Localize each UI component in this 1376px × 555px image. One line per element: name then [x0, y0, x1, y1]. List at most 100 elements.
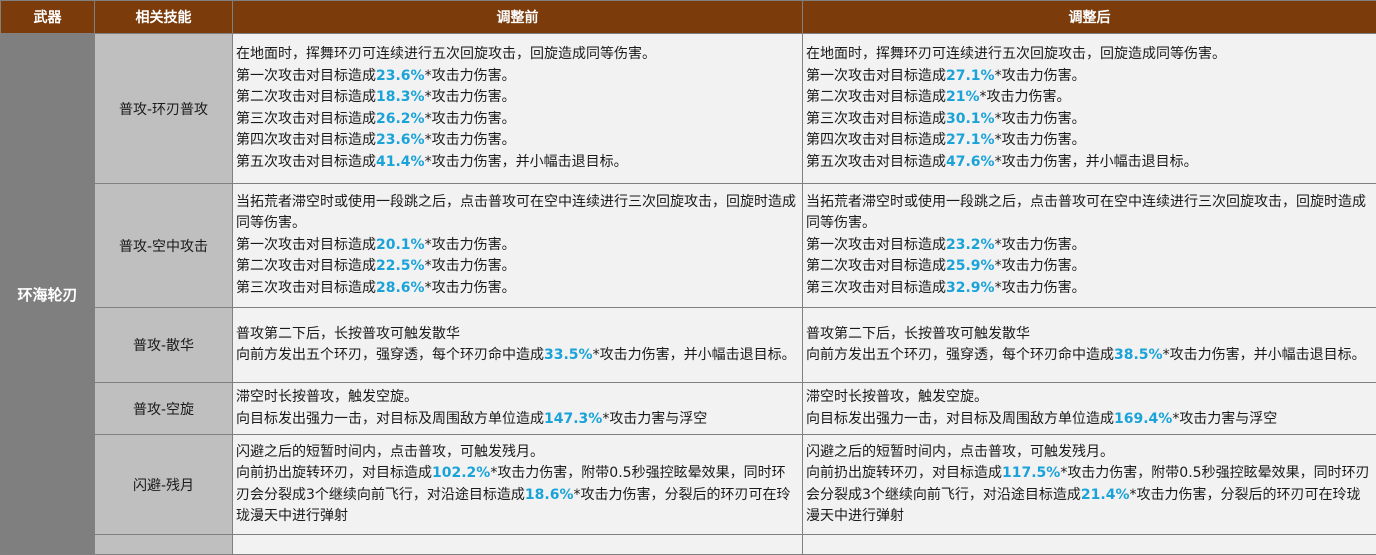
description-text: 第四次攻击对目标造成 — [236, 132, 376, 148]
after-description — [803, 535, 1376, 555]
description-text: *攻击力伤害。 — [425, 89, 516, 105]
description-text: 第三次攻击对目标造成 — [236, 280, 376, 296]
description-text: 第三次攻击对目标造成 — [236, 111, 376, 127]
description-line: 当拓荒者滞空时或使用一段跳之后，点击普攻可在空中连续进行三次回旋攻击，回旋时造成… — [806, 192, 1373, 235]
damage-value: 20.1% — [376, 237, 425, 253]
skill-name-cell: 闪避-残月 — [95, 435, 233, 535]
damage-value: 32.9% — [946, 280, 995, 296]
description-text: *攻击力伤害。 — [995, 132, 1086, 148]
description-line: 第四次攻击对目标造成27.1%*攻击力伤害。 — [806, 130, 1373, 152]
description-line: 第一次攻击对目标造成23.6%*攻击力伤害。 — [236, 66, 799, 88]
description-text: 向目标发出强力一击，对目标及周围敌方单位造成 — [806, 411, 1114, 427]
description-line: 第一次攻击对目标造成20.1%*攻击力伤害。 — [236, 235, 799, 257]
damage-value: 28.6% — [376, 280, 425, 296]
description-text: *攻击力伤害，并小幅击退目标。 — [1163, 347, 1366, 363]
description-text: *攻击力伤害。 — [425, 132, 516, 148]
description-text: *攻击力害与浮空 — [602, 411, 707, 427]
description-text: 向前方发出五个环刃，强穿透，每个环刃命中造成 — [236, 347, 544, 363]
skill-name-cell: 普攻-环刃普攻 — [95, 34, 233, 184]
description-text: 向前扔出旋转环刃，对目标造成 — [236, 465, 432, 481]
description-line: 向前方发出五个环刃，强穿透，每个环刃命中造成38.5%*攻击力伤害，并小幅击退目… — [806, 345, 1373, 367]
weapon-name-cell: 环海轮刃 — [1, 34, 95, 555]
description-line: 在地面时，挥舞环刃可连续进行五次回旋攻击，回旋造成同等伤害。 — [236, 44, 799, 66]
skill-name-cell: 普攻-空中攻击 — [95, 184, 233, 308]
skill-adjustment-table: 武器 相关技能 调整前 调整后 环海轮刃 普攻-环刃普攻 在地面时，挥舞环刃可连… — [0, 0, 1376, 555]
description-line: 第一次攻击对目标造成23.2%*攻击力伤害。 — [806, 235, 1373, 257]
description-text: *攻击力伤害。 — [425, 68, 516, 84]
damage-value: 26.2% — [376, 111, 425, 127]
description-line: 普攻第二下后，长按普攻可触发散华 — [236, 324, 799, 346]
damage-value: 33.5% — [544, 347, 593, 363]
description-line: 向目标发出强力一击，对目标及周围敌方单位造成169.4%*攻击力害与浮空 — [806, 409, 1373, 431]
description-text: 滞空时长按普攻，触发空旋。 — [236, 389, 418, 405]
description-line: 第二次攻击对目标造成21%*攻击力伤害。 — [806, 87, 1373, 109]
after-description: 滞空时长按普攻，触发空旋。向目标发出强力一击，对目标及周围敌方单位造成169.4… — [803, 383, 1376, 435]
damage-value: 27.1% — [946, 132, 995, 148]
description-line: 滞空时长按普攻，触发空旋。 — [806, 387, 1373, 409]
description-text: *攻击力伤害。 — [980, 89, 1071, 105]
description-text: *攻击力伤害，并小幅击退目标。 — [425, 154, 628, 170]
description-text: 在地面时，挥舞环刃可连续进行五次回旋攻击，回旋造成同等伤害。 — [236, 46, 656, 62]
header-row: 武器 相关技能 调整前 调整后 — [1, 1, 1376, 34]
skill-name-cell: 普攻-空旋 — [95, 383, 233, 435]
before-description: 滞空时长按普攻，触发空旋。向目标发出强力一击，对目标及周围敌方单位造成147.3… — [233, 383, 803, 435]
description-line: 第二次攻击对目标造成22.5%*攻击力伤害。 — [236, 256, 799, 278]
after-description: 在地面时，挥舞环刃可连续进行五次回旋攻击，回旋造成同等伤害。第一次攻击对目标造成… — [803, 34, 1376, 184]
description-text: 第三次攻击对目标造成 — [806, 280, 946, 296]
damage-value: 18.6% — [525, 487, 574, 503]
damage-value: 102.2% — [432, 465, 490, 481]
table-row: 普攻-空中攻击 当拓荒者滞空时或使用一段跳之后，点击普攻可在空中连续进行三次回旋… — [1, 184, 1376, 308]
description-line: 第五次攻击对目标造成41.4%*攻击力伤害，并小幅击退目标。 — [236, 152, 799, 174]
description-text: 第二次攻击对目标造成 — [236, 89, 376, 105]
description-text: 在地面时，挥舞环刃可连续进行五次回旋攻击，回旋造成同等伤害。 — [806, 46, 1226, 62]
damage-value: 117.5% — [1002, 465, 1060, 481]
damage-value: 23.6% — [376, 68, 425, 84]
before-description: 在地面时，挥舞环刃可连续进行五次回旋攻击，回旋造成同等伤害。第一次攻击对目标造成… — [233, 34, 803, 184]
description-text: 第二次攻击对目标造成 — [806, 89, 946, 105]
description-text: 第一次攻击对目标造成 — [236, 237, 376, 253]
description-text: 第一次攻击对目标造成 — [236, 68, 376, 84]
description-line: 第三次攻击对目标造成28.6%*攻击力伤害。 — [236, 278, 799, 300]
description-text: *攻击力害与浮空 — [1172, 411, 1277, 427]
table-row: 闪避-残月 闪避之后的短暂时间内，点击普攻，可触发残月。向前扔出旋转环刃，对目标… — [1, 435, 1376, 535]
damage-value: 21% — [946, 89, 980, 105]
description-text: 第五次攻击对目标造成 — [236, 154, 376, 170]
damage-value: 25.9% — [946, 258, 995, 274]
description-text: 普攻第二下后，长按普攻可触发散华 — [806, 326, 1030, 342]
after-description: 闪避之后的短暂时间内，点击普攻，可触发残月。向前扔出旋转环刃，对目标造成117.… — [803, 435, 1376, 535]
description-line: 向目标发出强力一击，对目标及周围敌方单位造成147.3%*攻击力害与浮空 — [236, 409, 799, 431]
description-text: *攻击力伤害，并小幅击退目标。 — [995, 154, 1198, 170]
description-text: *攻击力伤害。 — [995, 258, 1086, 274]
table-row: 普攻-空旋 滞空时长按普攻，触发空旋。向目标发出强力一击，对目标及周围敌方单位造… — [1, 383, 1376, 435]
header-weapon: 武器 — [1, 1, 95, 34]
description-text: 第二次攻击对目标造成 — [236, 258, 376, 274]
description-text: 第二次攻击对目标造成 — [806, 258, 946, 274]
damage-value: 47.6% — [946, 154, 995, 170]
before-description: 当拓荒者滞空时或使用一段跳之后，点击普攻可在空中连续进行三次回旋攻击，回旋时造成… — [233, 184, 803, 308]
description-text: *攻击力伤害。 — [425, 111, 516, 127]
description-text: 第四次攻击对目标造成 — [806, 132, 946, 148]
description-text: *攻击力伤害。 — [995, 237, 1086, 253]
description-line: 向前扔出旋转环刃，对目标造成102.2%*攻击力伤害，附带0.5秒强控眩晕效果，… — [236, 463, 799, 528]
damage-value: 23.6% — [376, 132, 425, 148]
damage-value: 21.4% — [1081, 487, 1130, 503]
description-line: 滞空时长按普攻，触发空旋。 — [236, 387, 799, 409]
description-line: 第三次攻击对目标造成26.2%*攻击力伤害。 — [236, 109, 799, 131]
description-line: 在地面时，挥舞环刃可连续进行五次回旋攻击，回旋造成同等伤害。 — [806, 44, 1373, 66]
before-description: 普攻第二下后，长按普攻可触发散华向前方发出五个环刃，强穿透，每个环刃命中造成33… — [233, 308, 803, 383]
description-text: 向前方发出五个环刃，强穿透，每个环刃命中造成 — [806, 347, 1114, 363]
description-text: *攻击力伤害。 — [425, 258, 516, 274]
damage-value: 38.5% — [1114, 347, 1163, 363]
description-text: 当拓荒者滞空时或使用一段跳之后，点击普攻可在空中连续进行三次回旋攻击，回旋时造成… — [806, 194, 1366, 232]
damage-value: 23.2% — [946, 237, 995, 253]
header-after: 调整后 — [803, 1, 1376, 34]
description-text: 第三次攻击对目标造成 — [806, 111, 946, 127]
table-row: 普攻-散华 普攻第二下后，长按普攻可触发散华向前方发出五个环刃，强穿透，每个环刃… — [1, 308, 1376, 383]
after-description: 普攻第二下后，长按普攻可触发散华向前方发出五个环刃，强穿透，每个环刃命中造成38… — [803, 308, 1376, 383]
description-line: 第三次攻击对目标造成30.1%*攻击力伤害。 — [806, 109, 1373, 131]
header-before: 调整前 — [233, 1, 803, 34]
description-text: *攻击力伤害。 — [425, 237, 516, 253]
after-description: 当拓荒者滞空时或使用一段跳之后，点击普攻可在空中连续进行三次回旋攻击，回旋时造成… — [803, 184, 1376, 308]
description-line: 第五次攻击对目标造成47.6%*攻击力伤害，并小幅击退目标。 — [806, 152, 1373, 174]
description-line: 闪避之后的短暂时间内，点击普攻，可触发残月。 — [236, 442, 799, 464]
